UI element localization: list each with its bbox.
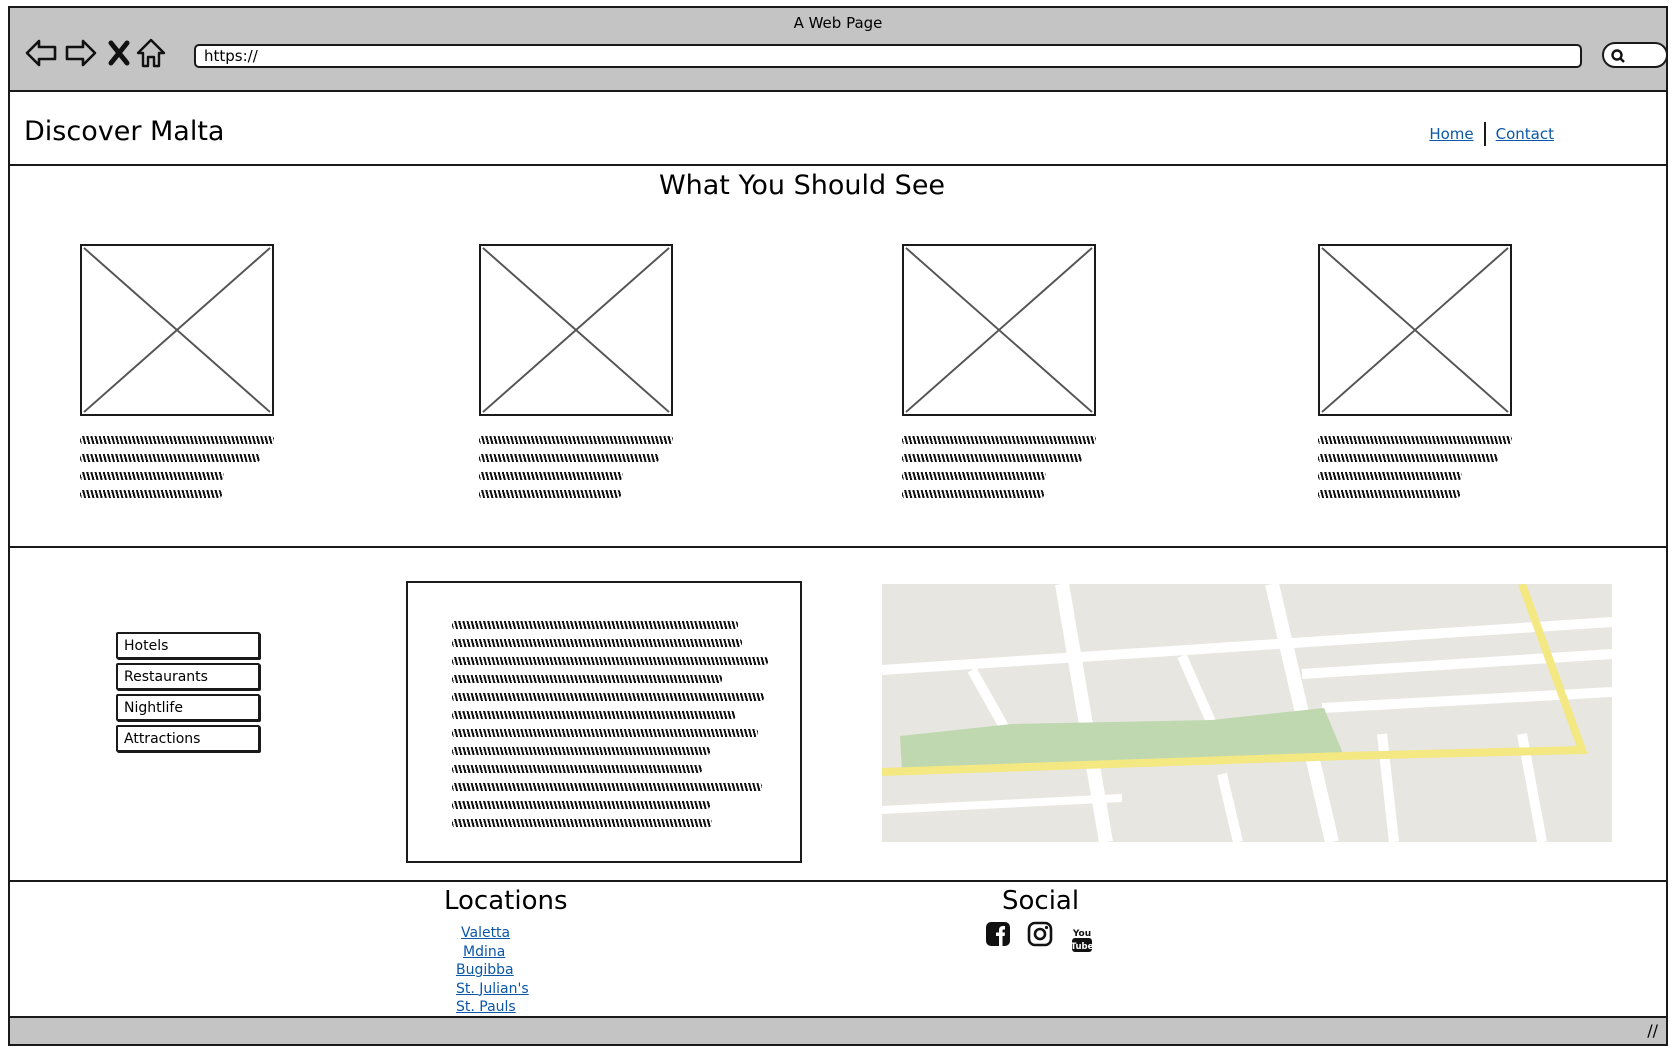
section-heading: What You Should See	[658, 170, 946, 201]
facebook-icon[interactable]	[984, 920, 1012, 948]
placeholder-text	[80, 436, 274, 498]
nav-home-link[interactable]: Home	[1429, 125, 1473, 143]
attraction-card	[479, 244, 673, 508]
map-view[interactable]	[882, 584, 1612, 842]
site-header: Discover Malta Home Contact	[10, 92, 1666, 166]
menu-nightlife-button[interactable]: Nightlife	[116, 694, 260, 721]
location-link[interactable]: St. Julian's	[456, 980, 529, 999]
locations-list: Valetta Mdina Bugibba St. Julian's St. P…	[456, 924, 529, 1017]
nav-contact-link[interactable]: Contact	[1496, 125, 1554, 143]
locations-heading: Locations	[444, 886, 568, 916]
instagram-icon[interactable]	[1026, 920, 1054, 948]
browser-chrome: A Web Page https://	[8, 6, 1668, 92]
url-input[interactable]: https://	[194, 44, 1582, 68]
home-icon[interactable]	[134, 36, 168, 70]
svg-text:You: You	[1072, 929, 1091, 939]
category-menu: Hotels Restaurants Nightlife Attractions	[116, 632, 260, 756]
stop-icon[interactable]	[102, 36, 136, 70]
nav-divider	[1483, 122, 1486, 146]
social-icons: You Tube	[984, 920, 1096, 954]
location-link[interactable]: St. Pauls	[456, 998, 529, 1017]
attraction-card	[902, 244, 1096, 508]
social-heading: Social	[1002, 886, 1080, 916]
location-link[interactable]: Bugibba	[456, 961, 529, 980]
menu-attractions-button[interactable]: Attractions	[116, 725, 260, 752]
placeholder-text	[479, 436, 673, 498]
placeholder-text	[1318, 436, 1512, 498]
map-graphic	[882, 584, 1612, 842]
image-placeholder	[479, 244, 673, 416]
menu-restaurants-button[interactable]: Restaurants	[116, 663, 260, 690]
site-footer: Locations Valetta Mdina Bugibba St. Juli…	[0, 884, 1671, 1017]
card-row	[0, 244, 1671, 514]
image-placeholder	[902, 244, 1096, 416]
location-link[interactable]: Valetta	[461, 924, 529, 943]
window-title: A Web Page	[793, 14, 883, 32]
attraction-card	[1318, 244, 1512, 508]
forward-arrow-icon[interactable]	[64, 36, 98, 70]
location-link[interactable]: Mdina	[463, 943, 529, 962]
content-text-box	[406, 581, 802, 863]
image-placeholder	[1318, 244, 1512, 416]
back-arrow-icon[interactable]	[24, 36, 58, 70]
placeholder-text	[902, 436, 1096, 498]
status-bar: //	[8, 1016, 1668, 1046]
image-placeholder	[80, 244, 274, 416]
svg-text:Tube: Tube	[1071, 942, 1094, 952]
top-nav: Home Contact	[1429, 122, 1554, 146]
menu-hotels-button[interactable]: Hotels	[116, 632, 260, 659]
search-icon	[1611, 49, 1625, 63]
search-button[interactable]	[1602, 42, 1668, 68]
resize-grip-icon[interactable]: //	[1647, 1021, 1658, 1040]
site-title: Discover Malta	[24, 116, 225, 147]
youtube-icon[interactable]: You Tube	[1068, 926, 1096, 954]
attraction-card	[80, 244, 274, 508]
section-divider	[10, 880, 1666, 882]
section-divider	[10, 546, 1666, 548]
